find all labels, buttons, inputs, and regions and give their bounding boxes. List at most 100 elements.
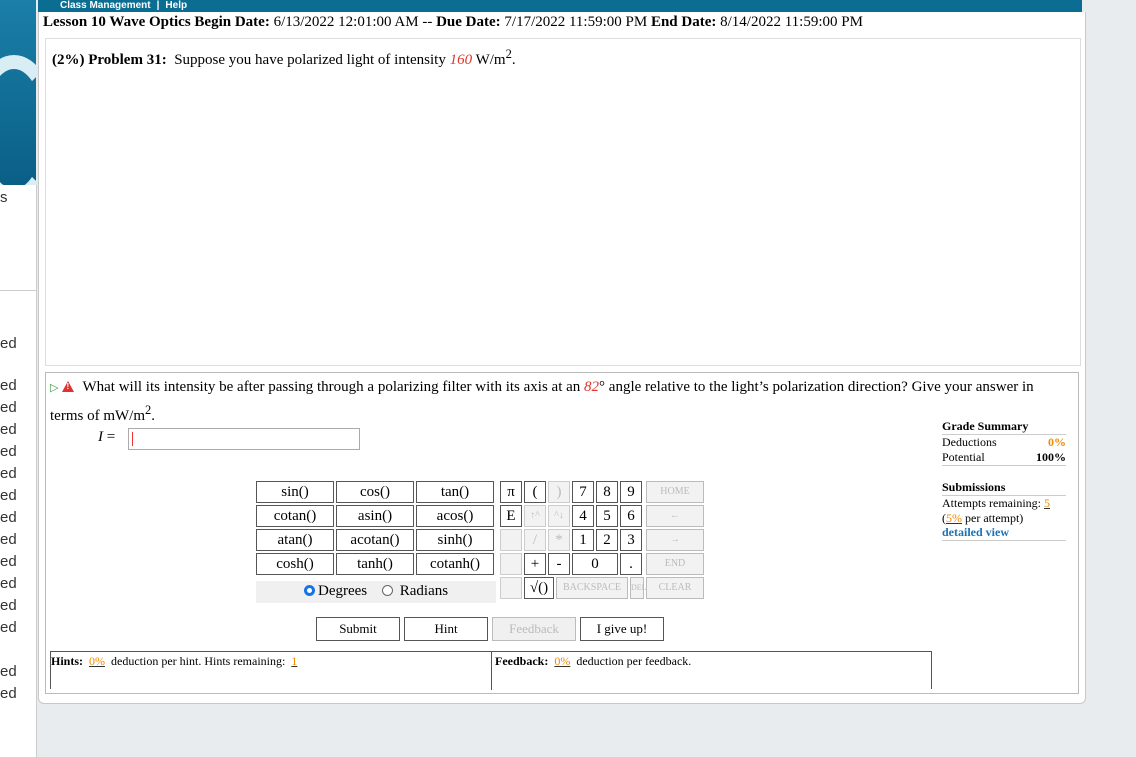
calc-key-dot[interactable]: .	[620, 553, 642, 575]
calc-key-sinh[interactable]: sinh()	[416, 529, 494, 551]
calc-key-del[interactable]: DEL	[630, 577, 647, 599]
calc-key-e[interactable]: E	[500, 505, 522, 527]
side-fragment[interactable]: ed	[0, 444, 17, 459]
calc-key-9[interactable]: 9	[620, 481, 642, 503]
hints-text: deduction per hint. Hints remaining:	[111, 654, 286, 668]
radians-label: Radians	[399, 583, 449, 599]
calc-key-1[interactable]: 1	[572, 529, 594, 551]
hints-info: Hints: 0% deduction per hint. Hints rema…	[51, 654, 300, 669]
side-fragment[interactable]: ed	[0, 686, 17, 701]
hints-pct: 0%	[89, 654, 106, 668]
side-fragment[interactable]: ed	[0, 488, 17, 503]
give-up-button[interactable]: I give up!	[580, 617, 664, 641]
calc-key-sqrt[interactable]: √()	[524, 577, 554, 599]
problem-weight: (2%)	[52, 52, 85, 68]
submit-button[interactable]: Submit	[316, 617, 400, 641]
calc-key-atan[interactable]: atan()	[256, 529, 334, 551]
calc-key-close-paren[interactable]: )	[548, 481, 570, 503]
calc-key-2[interactable]: 2	[596, 529, 618, 551]
answer-input[interactable]	[128, 428, 360, 450]
hints-label: Hints:	[51, 654, 84, 668]
calc-key-end[interactable]: END	[646, 553, 704, 575]
side-fragment[interactable]: ed	[0, 664, 17, 679]
end-label: End Date:	[650, 14, 717, 30]
side-fragment[interactable]: ed	[0, 510, 17, 525]
side-fragment[interactable]: ed	[0, 378, 17, 393]
calc-key-cosh[interactable]: cosh()	[256, 553, 334, 575]
nav-help[interactable]: Help	[165, 0, 187, 11]
calc-key-acotan[interactable]: acotan()	[336, 529, 414, 551]
calc-key-5[interactable]: 5	[596, 505, 618, 527]
calc-key-divide[interactable]: /	[524, 529, 546, 551]
due-date: 7/17/2022 11:59:00 PM	[504, 14, 648, 30]
side-fragment[interactable]: ed	[0, 466, 17, 481]
side-fragment[interactable]: ed	[0, 620, 17, 635]
begin-label: Begin Date:	[194, 14, 270, 30]
per-attempt-text: per attempt)	[965, 511, 1024, 525]
problem-text: Suppose you have polarized light of inte…	[174, 52, 446, 68]
calc-key-left[interactable]: ←	[646, 505, 704, 527]
side-fragment[interactable]: ed	[0, 576, 17, 591]
calc-key-6[interactable]: 6	[620, 505, 642, 527]
calc-key-8[interactable]: 8	[596, 481, 618, 503]
attempts-label: Attempts remaining:	[942, 496, 1041, 510]
date-separator: --	[422, 14, 433, 30]
calc-key-cos[interactable]: cos()	[336, 481, 414, 503]
calc-key-asin[interactable]: asin()	[336, 505, 414, 527]
begin-date: 6/13/2022 12:01:00 AM	[273, 14, 419, 30]
answer-label: I =	[98, 429, 115, 446]
calc-key-tanh[interactable]: tanh()	[336, 553, 414, 575]
question-part-a: What will its intensity be after passing…	[82, 379, 581, 395]
main-panel: Lesson 10 Wave Optics Begin Date: 6/13/2…	[38, 12, 1086, 704]
hint-button[interactable]: Hint	[404, 617, 488, 641]
calc-key-down-arrow[interactable]: ^↓	[548, 505, 570, 527]
question-box: ▷ What will its intensity be after passin…	[45, 372, 1079, 694]
nav-class-management[interactable]: Class Management	[60, 0, 151, 11]
deductions-value: 0%	[1048, 435, 1066, 449]
calc-key-home[interactable]: HOME	[646, 481, 704, 503]
feedback-pct: 0%	[554, 654, 571, 668]
calc-key-tan[interactable]: tan()	[416, 481, 494, 503]
question-angle: 82	[584, 379, 600, 395]
lesson-header: Lesson 10 Wave Optics Begin Date: 6/13/2…	[43, 14, 863, 31]
calc-key-cotan[interactable]: cotan()	[256, 505, 334, 527]
calc-key-minus[interactable]: -	[548, 553, 570, 575]
calc-key-backspace[interactable]: BACKSPACE	[556, 577, 628, 599]
calc-key-3[interactable]: 3	[620, 529, 642, 551]
calc-key-right[interactable]: →	[646, 529, 704, 551]
calc-key-0[interactable]: 0	[572, 553, 618, 575]
side-fragment[interactable]: ed	[0, 532, 17, 547]
calc-key-clear[interactable]: CLEAR	[646, 577, 704, 599]
expand-triangle-icon[interactable]: ▷	[50, 377, 58, 399]
detailed-view-link[interactable]: detailed view	[942, 525, 1066, 541]
grade-summary: Grade Summary Deductions 0% Potential 100%…	[942, 419, 1066, 541]
calc-key-acos[interactable]: acos()	[416, 505, 494, 527]
calc-key-7[interactable]: 7	[572, 481, 594, 503]
attempts-value: 5	[1043, 496, 1050, 510]
calc-key-open-paren[interactable]: (	[524, 481, 546, 503]
degrees-option[interactable]: Degrees	[304, 583, 367, 600]
radio-unselected-icon[interactable]	[382, 585, 393, 596]
calc-key-sin[interactable]: sin()	[256, 481, 334, 503]
text-caret	[132, 432, 133, 446]
calc-key-pi[interactable]: π	[500, 481, 522, 503]
side-fragment[interactable]: ed	[0, 598, 17, 613]
feedback-button[interactable]: Feedback	[492, 617, 576, 641]
calc-key-plus[interactable]: +	[524, 553, 546, 575]
grade-summary-title: Grade Summary	[942, 419, 1066, 435]
end-date: 8/14/2022 11:59:00 PM	[720, 14, 863, 30]
radians-option[interactable]: Radians	[382, 583, 448, 600]
per-attempt-pct: 5%	[946, 511, 962, 525]
answer-equals: =	[103, 429, 116, 445]
warning-icon	[62, 381, 75, 392]
calc-key-multiply[interactable]: *	[548, 529, 570, 551]
calc-key-up-arrow[interactable]: ↑^	[524, 505, 546, 527]
calc-key-4[interactable]: 4	[572, 505, 594, 527]
calc-key-cotanh[interactable]: cotanh()	[416, 553, 494, 575]
side-fragment[interactable]: ed	[0, 336, 17, 351]
radio-selected-icon[interactable]	[304, 585, 315, 596]
calc-key-blank	[500, 577, 522, 599]
side-fragment[interactable]: ed	[0, 554, 17, 569]
side-fragment[interactable]: ed	[0, 400, 17, 415]
side-fragment[interactable]: ed	[0, 422, 17, 437]
